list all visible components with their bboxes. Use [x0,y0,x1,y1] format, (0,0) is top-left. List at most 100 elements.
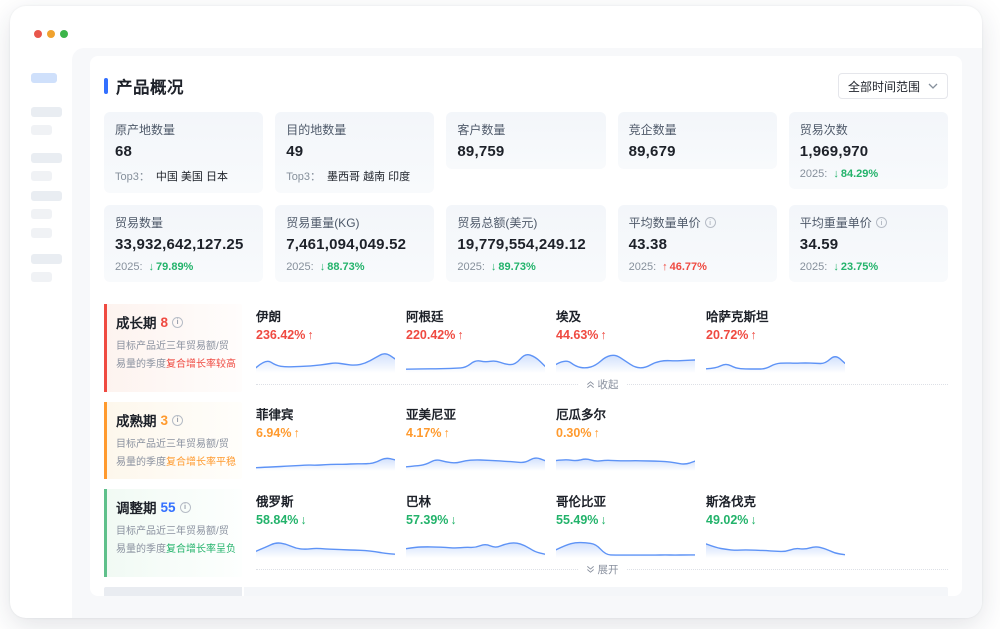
country-block: 埃及 44.63%↑ [556,306,696,373]
collapse-toggle[interactable]: 收起 [578,377,627,392]
section-label: 成熟期 3 i 目标产品近三年贸易额/贸易量的季度复合增长率平稳 [104,402,242,479]
country-name: 阿根廷 [406,306,546,325]
section-label: 其他国家 16 i [104,587,242,596]
trend-badge: ↓89.73% [491,261,536,273]
desc-highlight: 复合增长率较高 [166,359,236,370]
trend-value: 236.42% [256,328,305,342]
trend-value: 0.30% [556,426,591,440]
section-content: 菲律宾 6.94%↑ 亚美尼亚 4.17%↑ 厄瓜多尔 [242,402,948,479]
expand-toggle[interactable]: 展开 [578,562,627,577]
sidebar-item[interactable] [31,254,62,264]
sidebar-item[interactable] [31,125,52,135]
card-header: 产品概况 全部时间范围 [104,72,948,100]
stat-value: 19,779,554,249.12 [457,236,594,253]
country-name: 哈萨克斯坦 [706,306,846,325]
toggle-label: 收起 [598,377,619,392]
sidebar-item[interactable] [31,272,52,282]
info-icon[interactable]: i [172,317,183,328]
year-label: 2025: [629,261,657,273]
info-icon[interactable]: i [180,502,191,513]
trend-value: 23.75% [841,261,878,273]
stat-value: 49 [286,143,423,160]
trend-arrow-icon: ↓ [450,513,456,527]
trend-badge: ↓79.89% [149,261,194,273]
double-chevron-down-icon [586,565,595,574]
sidebar-item[interactable] [31,209,52,219]
trend-arrow-icon: ↑ [307,328,313,342]
other-countries-list: 留尼旺岛 南非 阿曼 赫德岛和麦克唐纳群岛 乌拉圭 坦桑尼亚 中国(澳门) 黎巴… [244,587,948,596]
stat-label: 贸易数量 [115,214,252,231]
close-button[interactable] [34,30,42,38]
year-label: 2025: [800,168,828,180]
trend-value: 4.17% [406,426,441,440]
double-chevron-up-icon [586,380,595,389]
stat-card-trade-quantity: 贸易数量 33,932,642,127.25 2025:↓79.89% [104,205,263,282]
stat-card-trade-amount: 贸易总额(美元) 19,779,554,249.12 2025:↓89.73% [446,205,605,282]
trend-arrow-icon: ↓ [320,261,326,273]
trend-arrow-icon: ↑ [443,426,449,440]
stat-value: 33,932,642,127.25 [115,236,252,253]
year-label: 2025: [457,261,485,273]
trend-arrow-icon: ↓ [600,513,606,527]
section-label: 成长期 8 i 目标产品近三年贸易额/贸易量的季度复合增长率较高 [104,304,242,392]
country-block: 阿根廷 220.42%↑ [406,306,546,373]
maximize-button[interactable] [60,30,68,38]
section-count: 55 [161,500,176,515]
stat-card-trade-count: 贸易次数 1,969,970 2025:↓84.29% [789,112,948,189]
country-trend: 6.94%↑ [256,426,300,440]
time-range-select[interactable]: 全部时间范围 [838,73,948,99]
sidebar-item[interactable] [31,191,62,201]
country-name: 斯洛伐克 [706,491,846,510]
sparkline-chart [706,532,845,558]
stat-value: 7,461,094,049.52 [286,236,423,253]
trend-arrow-icon: ↑ [293,426,299,440]
country-block: 斯洛伐克 49.02%↓ [706,491,846,558]
sparkline-chart [706,347,845,373]
desc-highlight: 复合增长率呈负 [166,544,236,555]
country-block: 哥伦比亚 55.49%↓ [556,491,696,558]
trend-value: 49.02% [706,513,748,527]
country-name: 厄瓜多尔 [556,404,696,423]
trend-arrow-icon: ↑ [750,328,756,342]
stat-label: 客户数量 [457,121,594,138]
title-marker [104,78,108,94]
country-block: 厄瓜多尔 0.30%↑ [556,404,696,471]
sidebar-item[interactable] [31,228,52,238]
stat-card-destination-count: 目的地数量 49 Top3：墨西哥 越南 印度 [275,112,434,193]
sidebar-item-active[interactable] [31,73,57,83]
section-other-countries: 其他国家 16 i 留尼旺岛 南非 阿曼 赫德岛和麦克唐纳群岛 乌拉圭 坦桑尼亚… [104,587,948,596]
country-name: 俄罗斯 [256,491,396,510]
country-block: 哈萨克斯坦 20.72%↑ [706,306,846,373]
section-name: 成熟期 [116,410,157,430]
sparkline-chart [556,445,695,471]
sparkline-chart [406,445,545,471]
sidebar-item[interactable] [31,107,62,117]
sparkline-chart [556,347,695,373]
info-icon[interactable]: i [876,217,887,228]
sparkline-chart [256,532,395,558]
country-trend: 58.84%↓ [256,513,307,527]
trend-arrow-icon: ↓ [300,513,306,527]
stat-card-competitor-count: 竞企数量 89,679 [618,112,777,169]
trend-value: 44.63% [556,328,598,342]
stat-card-avg-weight-price: 平均重量单价i 34.59 2025:↓23.75% [789,205,948,282]
country-block: 伊朗 236.42%↑ [256,306,396,373]
trend-value: 79.89% [156,261,193,273]
stat-card-trade-weight: 贸易重量(KG) 7,461,094,049.52 2025:↓88.73% [275,205,434,282]
trend-badge: ↑46.77% [662,261,707,273]
country-block: 巴林 57.39%↓ [406,491,546,558]
stat-card-avg-quantity-price: 平均数量单价i 43.38 2025:↑46.77% [618,205,777,282]
minimize-button[interactable] [47,30,55,38]
country-block: 俄罗斯 58.84%↓ [256,491,396,558]
info-icon[interactable]: i [705,217,716,228]
sidebar-item[interactable] [31,153,62,163]
section-adjust: 调整期 55 i 目标产品近三年贸易额/贸易量的季度复合增长率呈负 俄罗斯 58… [104,489,948,577]
info-icon[interactable]: i [172,415,183,426]
trend-value: 46.77% [670,261,707,273]
section-content: 伊朗 236.42%↑ 阿根廷 220.42%↑ 埃及 [242,304,948,392]
chevron-down-icon [928,83,938,89]
stat-label: 贸易重量(KG) [286,214,423,231]
sidebar-item[interactable] [31,171,52,181]
country-trend: 49.02%↓ [706,513,757,527]
section-divider: 展开 [256,562,948,577]
